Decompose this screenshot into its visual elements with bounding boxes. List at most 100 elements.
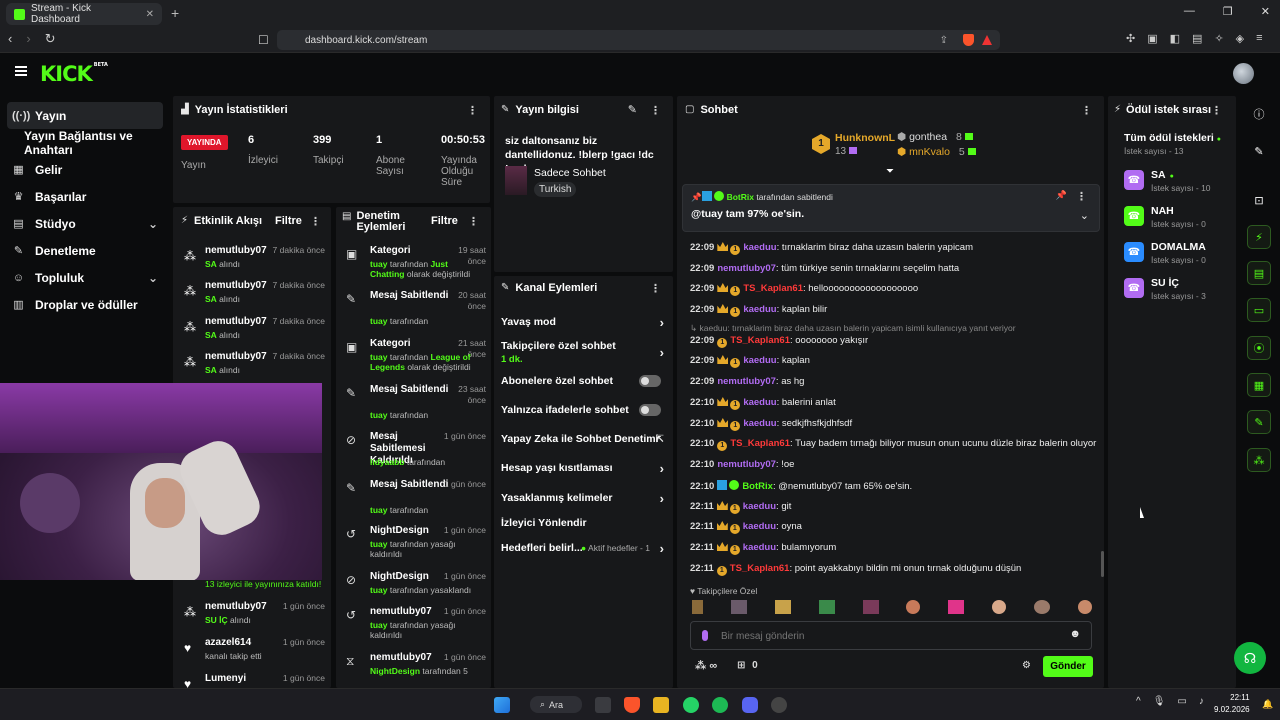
start-icon[interactable] bbox=[494, 697, 510, 713]
collapse-gifters-icon[interactable]: ⏷ bbox=[886, 166, 894, 177]
sidebar-toggle-icon[interactable]: ◧ bbox=[1170, 32, 1180, 45]
notifications-icon[interactable]: 🔔 bbox=[1262, 699, 1273, 710]
chat-username[interactable]: TS_Kaplan61 bbox=[730, 438, 790, 449]
activity-user[interactable]: nemutluby07 bbox=[205, 351, 267, 362]
emote-icon[interactable] bbox=[906, 600, 921, 614]
followers-only-row[interactable]: Takipçilere özel sohbet 1 dk. › bbox=[501, 340, 666, 365]
chat-message-input[interactable] bbox=[721, 628, 1061, 644]
chat-username[interactable]: TS_Kaplan61 bbox=[730, 335, 790, 346]
moderation-more-icon[interactable]: ⋮ bbox=[468, 215, 479, 228]
bookmark-icon[interactable]: ☐ bbox=[258, 33, 269, 47]
spotify-icon[interactable] bbox=[712, 697, 728, 713]
sidebar-item-stream-key[interactable]: Yayın Bağlantısı ve Anahtarı bbox=[0, 129, 170, 157]
activity-user[interactable]: Lumenyi bbox=[205, 673, 246, 684]
rewards-icon[interactable] bbox=[982, 35, 992, 45]
activity-user[interactable]: nemutluby07 bbox=[205, 601, 267, 612]
stats-more-icon[interactable]: ⋮ bbox=[467, 104, 478, 117]
top-gifter-1-name[interactable]: HunknownL bbox=[835, 132, 895, 144]
chevron-down-icon[interactable]: ⌄ bbox=[1080, 209, 1089, 222]
back-icon[interactable]: ‹ bbox=[8, 31, 12, 47]
user-avatar[interactable] bbox=[1233, 63, 1254, 84]
all-reward-requests[interactable]: Tüm ödül istekleri ● bbox=[1124, 132, 1221, 144]
brave-icon[interactable] bbox=[624, 697, 640, 713]
chat-username[interactable]: kaeduu bbox=[743, 542, 776, 553]
activity-user[interactable]: nemutluby07 bbox=[205, 245, 267, 256]
info-icon[interactable]: ⓘ bbox=[1247, 102, 1271, 126]
chat-username[interactable]: kaeduu bbox=[743, 304, 776, 315]
moderation-filter-button[interactable]: Filtre bbox=[431, 215, 458, 227]
channel-actions-more-icon[interactable]: ⋮ bbox=[650, 282, 661, 295]
goals-row[interactable]: Hedefleri belirl... ● Aktif hedefler - 1 › bbox=[501, 541, 666, 556]
menu-icon[interactable]: ≡ bbox=[1256, 32, 1262, 45]
ai-moderation-row[interactable]: Yapay Zeka ile Sohbet Denetimi ⇱ bbox=[501, 433, 666, 445]
chat-username[interactable]: TS_Kaplan61 bbox=[743, 283, 803, 294]
chat-username[interactable]: kaeduu bbox=[743, 397, 776, 408]
chat-username[interactable]: kaeduu bbox=[743, 501, 776, 512]
redirect-row[interactable]: İzleyici Yönlendir bbox=[501, 517, 666, 529]
vpn-icon[interactable]: ◈ bbox=[1236, 32, 1244, 45]
chat-username[interactable]: BotRix bbox=[742, 481, 773, 492]
maximize-button[interactable]: ❐ bbox=[1223, 5, 1233, 18]
browser-tab[interactable]: Stream - Kick Dashboard ✕ bbox=[6, 3, 162, 25]
chat-username[interactable]: kaeduu bbox=[743, 418, 776, 429]
hamburger-menu-icon[interactable] bbox=[15, 66, 27, 76]
activity-user[interactable]: azazel614 bbox=[205, 637, 251, 648]
reload-icon[interactable]: ↻ bbox=[45, 31, 56, 47]
account-age-row[interactable]: Hesap yaşı kısıtlaması › bbox=[501, 461, 666, 476]
top-gifter-3[interactable]: ⬢ mnKvalo 5 bbox=[897, 146, 976, 158]
chat-scrollbar[interactable] bbox=[1101, 551, 1104, 577]
wrench-icon[interactable]: ✎ bbox=[1247, 410, 1271, 434]
extensions-icon[interactable]: ✣ bbox=[1126, 32, 1135, 45]
brave-shield-icon[interactable] bbox=[963, 34, 974, 46]
community-icon[interactable]: ⁂ bbox=[1247, 448, 1271, 472]
forward-icon[interactable]: › bbox=[26, 31, 30, 47]
url-field[interactable]: dashboard.kick.com/stream ⇪ bbox=[277, 30, 1000, 50]
emote-icon[interactable] bbox=[774, 600, 791, 614]
chat-toggle-icon[interactable]: ▭ bbox=[1247, 298, 1271, 322]
edit-icon[interactable]: ✎ bbox=[1247, 139, 1271, 163]
sidebar-item-community[interactable]: ☺ Topluluk ⌄ bbox=[0, 264, 170, 291]
discord-icon[interactable] bbox=[742, 697, 758, 713]
quick-actions-icon[interactable]: ⚡ bbox=[1247, 225, 1271, 249]
taskbar-search[interactable]: ⌕ Ara bbox=[530, 696, 582, 713]
mic-icon[interactable]: 🎙 bbox=[1153, 696, 1166, 707]
tray-chevron-icon[interactable]: ^ bbox=[1136, 696, 1141, 707]
reward-item[interactable]: ☎ DOMALMA İstek sayısı - 0 bbox=[1124, 241, 1234, 271]
share-icon[interactable]: ⇪ bbox=[940, 35, 948, 46]
activity-user[interactable]: nemutluby07 bbox=[205, 316, 267, 327]
chat-username[interactable]: nemutluby07 bbox=[717, 459, 776, 470]
reward-item[interactable]: ☎ SU İÇ İstek sayısı - 3 bbox=[1124, 277, 1234, 307]
chat-username[interactable]: TS_Kaplan61 bbox=[730, 563, 790, 574]
chat-username[interactable]: kaeduu bbox=[743, 521, 776, 532]
pinned-more-icon[interactable]: ⋮ bbox=[1076, 190, 1087, 203]
reward-item[interactable]: ☎ SA ● İstek sayısı - 10 bbox=[1124, 169, 1234, 199]
top-gifter-2[interactable]: ⬢ gonthea 8 bbox=[897, 131, 973, 143]
task-view-icon[interactable] bbox=[595, 697, 611, 713]
chat-username[interactable]: kaeduu bbox=[743, 355, 776, 366]
new-tab-button[interactable]: + bbox=[171, 5, 179, 21]
sidebar-item-studio[interactable]: ▤ Stüdyo ⌄ bbox=[0, 210, 170, 237]
emoji-icon[interactable]: ☻ bbox=[1069, 628, 1081, 640]
sidebar-item-achievements[interactable]: ♛ Başarılar bbox=[0, 183, 170, 210]
activity-filter-button[interactable]: Filtre bbox=[275, 215, 302, 227]
chat-username[interactable]: nemutluby07 bbox=[717, 376, 776, 387]
emote-icon[interactable] bbox=[818, 600, 835, 614]
tab-search-icon[interactable]: ▣ bbox=[1147, 32, 1157, 45]
network-icon[interactable]: ▭ bbox=[1177, 696, 1186, 707]
close-window-button[interactable]: ✕ bbox=[1261, 5, 1270, 18]
leo-icon[interactable]: ✧ bbox=[1214, 32, 1223, 45]
slow-mode-row[interactable]: Yavaş mod › bbox=[501, 315, 666, 330]
chat-settings-gear-icon[interactable]: ⚙ bbox=[1022, 660, 1031, 671]
unpin-icon[interactable]: 📌 bbox=[1056, 190, 1067, 201]
minimize-button[interactable]: — bbox=[1184, 5, 1195, 18]
emote-icon[interactable] bbox=[992, 600, 1007, 614]
emotes-only-toggle[interactable] bbox=[639, 404, 661, 416]
tab-close-icon[interactable]: ✕ bbox=[146, 9, 154, 20]
emote-icon[interactable] bbox=[862, 600, 879, 614]
app-icon[interactable] bbox=[771, 697, 787, 713]
chat-more-icon[interactable]: ⋮ bbox=[1081, 104, 1092, 117]
support-chat-icon[interactable]: ☊ bbox=[1234, 642, 1266, 674]
activity-more-icon[interactable]: ⋮ bbox=[310, 215, 321, 228]
emote-icon[interactable] bbox=[1034, 600, 1050, 614]
emote-icon[interactable] bbox=[948, 600, 965, 614]
